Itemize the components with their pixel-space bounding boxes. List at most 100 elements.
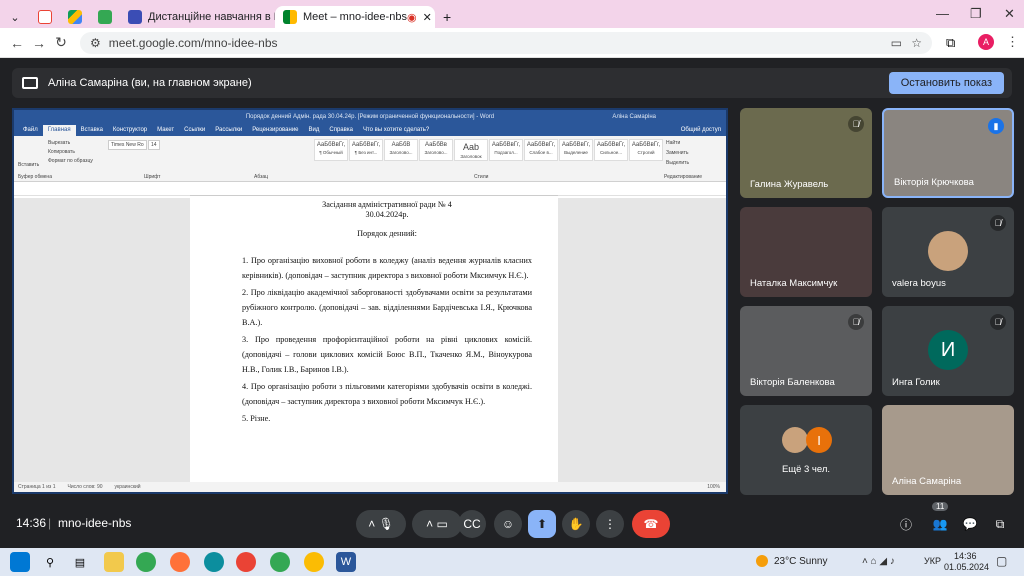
style-item[interactable]: Aab Заголовок bbox=[454, 139, 488, 161]
word-menu-help[interactable]: Справка bbox=[324, 125, 358, 136]
more-participants-tile[interactable]: I Ещё 3 чел. bbox=[740, 405, 872, 495]
camera-button[interactable]: ˄ ▭ bbox=[412, 510, 462, 538]
participant-tile[interactable]: Наталка Максимчук bbox=[740, 207, 872, 297]
activities-button[interactable]: ⧉ bbox=[986, 510, 1014, 538]
copy-button[interactable]: Копировать bbox=[48, 149, 75, 155]
word-menu-design[interactable]: Конструктор bbox=[108, 125, 152, 136]
mic-button[interactable]: ˄ 🎙 bbox=[356, 510, 406, 538]
input-language[interactable]: УКР bbox=[924, 556, 941, 566]
captions-button[interactable]: CC bbox=[458, 510, 486, 538]
task-view-icon[interactable]: ▤ bbox=[70, 552, 90, 572]
bookmark-star-icon[interactable]: ☆ bbox=[911, 36, 922, 50]
word-icon[interactable]: W bbox=[336, 552, 356, 572]
start-icon[interactable] bbox=[10, 552, 30, 572]
format-painter-button[interactable]: Формат по образцу bbox=[48, 158, 93, 164]
info-button[interactable]: ⓘ bbox=[892, 510, 920, 538]
font-select[interactable]: Times New Ro bbox=[108, 140, 147, 150]
style-item[interactable]: АаБбВвГг, Слабое в... bbox=[524, 139, 558, 161]
minimize-icon[interactable]: — bbox=[936, 6, 949, 21]
word-menu-file[interactable]: Файл bbox=[18, 125, 43, 136]
word-menu-review[interactable]: Рецензирование bbox=[247, 125, 303, 136]
clock-date[interactable]: 01.05.2024 bbox=[944, 562, 989, 572]
participant-tile[interactable]: ▮ Вікторія Крючкова bbox=[882, 108, 1014, 198]
profile-avatar[interactable]: A bbox=[978, 34, 994, 50]
extensions-icon[interactable]: ⧉ bbox=[946, 35, 955, 51]
participant-tile[interactable]: 🎙̸ valera boyus bbox=[882, 207, 1014, 297]
more-options-button[interactable]: ⋮ bbox=[596, 510, 624, 538]
style-item[interactable]: АаБбВвГг, Выделение bbox=[559, 139, 593, 161]
sun-icon bbox=[756, 555, 768, 567]
word-menu-home[interactable]: Главная bbox=[42, 125, 76, 136]
style-item[interactable]: АаБбВв Заголово... bbox=[419, 139, 453, 161]
tab-meet[interactable]: Meet – mno-idee-nbs ◉ ✕ bbox=[275, 6, 435, 28]
chrome-icon[interactable] bbox=[136, 552, 156, 572]
word-share[interactable]: Общий доступ bbox=[676, 125, 726, 136]
self-tile[interactable]: Аліна Самаріна bbox=[882, 405, 1014, 495]
present-button[interactable]: ⬆ bbox=[528, 510, 556, 538]
search-icon[interactable]: ⚲ bbox=[40, 552, 60, 572]
weather[interactable]: 23°C Sunny bbox=[774, 556, 827, 567]
clock-time[interactable]: 14:36 bbox=[954, 551, 977, 561]
style-item[interactable]: АаБбВвГг, Строгий bbox=[629, 139, 663, 161]
address-bar-row: ← → ↻ ⚙ meet.google.com/mno-idee-nbs ▭ ☆… bbox=[0, 28, 1024, 58]
mic-icon: 🎙 bbox=[378, 517, 394, 531]
style-item[interactable]: АаБбВ Заголово... bbox=[384, 139, 418, 161]
notification-icon[interactable]: ▢ bbox=[996, 554, 1007, 568]
chrome-profile-icon[interactable] bbox=[304, 552, 324, 572]
menu-kebab-icon[interactable]: ⋮ bbox=[1006, 34, 1019, 50]
participant-tile[interactable]: 🎙̸ И Инга Голик bbox=[882, 306, 1014, 396]
hangup-button[interactable]: ☎ bbox=[632, 510, 670, 538]
tab-search-menu[interactable]: ⌄ bbox=[0, 6, 30, 28]
style-item[interactable]: АаБбВвГг, ¶ Обычный bbox=[314, 139, 348, 161]
doc-item: 2. Про ліквідацію академічної заборгован… bbox=[242, 288, 532, 327]
url-field[interactable]: ⚙ meet.google.com/mno-idee-nbs ▭ ☆ bbox=[80, 32, 932, 54]
camera-icon[interactable]: ▭ bbox=[891, 36, 902, 50]
find-button[interactable]: Найти bbox=[666, 140, 680, 146]
site-info-icon[interactable]: ⚙ bbox=[90, 36, 101, 50]
word-menu-mailings[interactable]: Рассылки bbox=[210, 125, 247, 136]
file-explorer-icon[interactable] bbox=[104, 552, 124, 572]
style-item[interactable]: АаБбВвГг, Сильное... bbox=[594, 139, 628, 161]
word-tell-me[interactable]: Что вы хотите сделать? bbox=[358, 125, 434, 136]
edge-icon[interactable] bbox=[204, 552, 224, 572]
word-count: Число слов: 90 bbox=[67, 484, 103, 490]
style-item[interactable]: АаБбВвГг, Подзагол... bbox=[489, 139, 523, 161]
word-menu-references[interactable]: Ссылки bbox=[179, 125, 210, 136]
tab-moodle[interactable]: Дистанційне навчання в ВСП✕ bbox=[120, 6, 275, 28]
meeting-code: mno-idee-nbs bbox=[58, 516, 132, 530]
close-icon[interactable]: ✕ bbox=[423, 11, 432, 24]
cut-button[interactable]: Вырезать bbox=[48, 140, 70, 146]
close-window-icon[interactable]: ✕ bbox=[1004, 6, 1015, 22]
chrome-profile-icon[interactable] bbox=[270, 552, 290, 572]
doc-item: 1. Про організацію виховної роботи в кол… bbox=[242, 256, 532, 280]
chrome-profile-icon[interactable] bbox=[236, 552, 256, 572]
word-menu-layout[interactable]: Макет bbox=[152, 125, 179, 136]
font-size-select[interactable]: 14 bbox=[148, 140, 160, 150]
word-title-bar: Порядок денний Адмін. рада 30.04.24р. [Р… bbox=[14, 110, 726, 124]
participant-tile[interactable]: 🎙̸ Галина Журавель bbox=[740, 108, 872, 198]
people-button[interactable]: 👥 bbox=[926, 510, 954, 538]
firefox-icon[interactable] bbox=[170, 552, 190, 572]
back-icon[interactable]: ← bbox=[6, 35, 28, 51]
chat-button[interactable]: 💬 bbox=[956, 510, 984, 538]
emoji-button[interactable]: ☺ bbox=[494, 510, 522, 538]
raise-hand-button[interactable]: ✋ bbox=[562, 510, 590, 538]
zoom-level[interactable]: 100% bbox=[707, 484, 720, 490]
reload-icon[interactable]: ↻ bbox=[50, 34, 72, 51]
forward-icon[interactable]: → bbox=[28, 35, 50, 51]
stop-presenting-button[interactable]: Остановить показ bbox=[888, 72, 1004, 94]
tab-app[interactable] bbox=[90, 6, 120, 28]
paste-button[interactable]: Вставить bbox=[18, 162, 39, 168]
document-page[interactable]: Засідання адміністративної ради № 4 30.0… bbox=[190, 198, 558, 482]
tray-icons[interactable]: ˄ ⌂ ◢ ♪ bbox=[862, 556, 895, 567]
word-menu-view[interactable]: Вид bbox=[304, 125, 325, 136]
tab-gmail[interactable] bbox=[30, 6, 60, 28]
new-tab-button[interactable]: + bbox=[435, 6, 459, 28]
tab-drive[interactable] bbox=[60, 6, 90, 28]
participant-tile[interactable]: 🎙̸ Вікторія Баленкова bbox=[740, 306, 872, 396]
word-menu-insert[interactable]: Вставка bbox=[76, 125, 108, 136]
replace-button[interactable]: Заменить bbox=[666, 150, 688, 156]
restore-icon[interactable]: ❐ bbox=[970, 6, 982, 22]
style-item[interactable]: АаБбВвГг, ¶ Без инт... bbox=[349, 139, 383, 161]
select-button[interactable]: Выделить bbox=[666, 160, 689, 166]
